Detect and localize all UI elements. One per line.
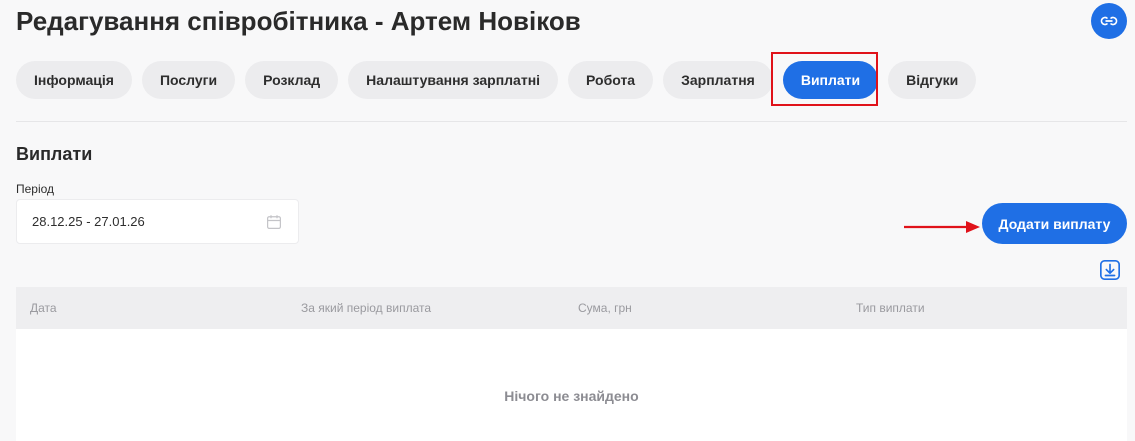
link-icon [1100, 16, 1118, 26]
calendar-icon [267, 214, 281, 229]
tab-salary[interactable]: Зарплатня [663, 61, 773, 99]
period-label: Період [16, 182, 55, 196]
page-title: Редагування співробітника - Артем Новіко… [16, 6, 581, 36]
empty-state-text: Нічого не знайдено [504, 388, 639, 404]
column-period[interactable]: За який період виплата [301, 287, 431, 329]
table-body: Нічого не знайдено [16, 329, 1127, 441]
tab-reviews[interactable]: Відгуки [888, 61, 977, 99]
column-amount[interactable]: Сума, грн [578, 287, 632, 329]
column-payout-type[interactable]: Тип виплати [856, 287, 925, 329]
arrow-annotation-icon [904, 221, 980, 233]
tab-salary-settings[interactable]: Налаштування зарплатні [348, 61, 559, 99]
download-icon[interactable] [1099, 259, 1121, 281]
add-payout-button[interactable]: Додати виплату [982, 203, 1127, 244]
tab-schedule[interactable]: Розклад [245, 61, 339, 99]
period-value: 28.12.25 - 27.01.26 [32, 214, 145, 229]
tab-services[interactable]: Послуги [141, 61, 236, 99]
employee-edit-page: Редагування співробітника - Артем Новіко… [0, 0, 1135, 441]
section-title: Виплати [16, 144, 93, 164]
tab-work[interactable]: Робота [568, 61, 654, 99]
link-button[interactable] [1091, 3, 1127, 39]
tab-information[interactable]: Інформація [16, 61, 132, 99]
period-date-input[interactable]: 28.12.25 - 27.01.26 [16, 199, 299, 244]
tab-bar: Інформація Послуги Розклад Налаштування … [16, 61, 977, 99]
column-date[interactable]: Дата [30, 287, 57, 329]
divider [16, 121, 1127, 122]
table-header: Дата За який період виплата Сума, грн Ти… [16, 287, 1127, 329]
tab-payouts[interactable]: Виплати [782, 61, 879, 99]
